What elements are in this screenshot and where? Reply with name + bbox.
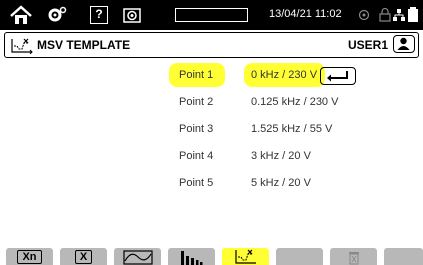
point-value[interactable]: 0.125 kHz / 230 V [244,90,346,114]
waveform-key[interactable] [114,248,161,265]
camera-icon[interactable] [120,4,144,25]
msv-template-icon [234,249,256,264]
xn-key-label: Xn [17,249,42,264]
network-icon [393,4,405,25]
point-label[interactable]: Point 2 [169,90,225,114]
enter-button[interactable] [320,67,356,85]
blank-key-2[interactable] [384,248,423,265]
point-value[interactable]: 5 kHz / 20 V [244,171,319,195]
harmonics-bars-icon [180,250,202,265]
msv-key[interactable] [222,248,269,265]
point-row[interactable]: Point 1 0 kHz / 230 V [0,63,423,89]
point-row[interactable]: Point 5 5 kHz / 20 V [0,171,423,197]
blank-key-1[interactable] [276,248,323,265]
template-header: MSV TEMPLATE USER1 [4,32,419,58]
lock-icon [377,4,393,25]
point-label[interactable]: Point 4 [169,144,225,168]
point-value[interactable]: 1.525 kHz / 55 V [244,117,340,141]
point-row[interactable]: Point 3 1.525 kHz / 55 V [0,117,423,143]
battery-icon [406,4,420,25]
function-key-bar: Xn X [0,247,423,265]
progress-status-box [175,8,248,22]
point-label[interactable]: Point 5 [169,171,225,195]
point-value[interactable]: 0 kHz / 230 V [244,63,326,87]
xn-key[interactable]: Xn [6,248,53,265]
help-icon[interactable]: ? [88,4,110,25]
user-profile-icon[interactable] [393,35,415,53]
point-label[interactable]: Point 3 [169,117,225,141]
x-key[interactable]: X [60,248,107,265]
point-row[interactable]: Point 4 3 kHz / 20 V [0,144,423,170]
delete-key[interactable] [330,248,377,265]
point-label[interactable]: Point 1 [169,63,225,87]
point-row[interactable]: Point 2 0.125 kHz / 230 V [0,90,423,116]
date-time: 13/04/21 11:02 [269,8,342,20]
user-name: USER1 [347,38,388,52]
trash-icon [348,251,359,264]
settings-icon[interactable] [44,4,70,25]
harmonics-key[interactable] [168,248,215,265]
home-icon[interactable] [6,4,36,25]
page-title: MSV TEMPLATE [37,38,131,52]
x-key-label: X [74,249,93,264]
point-value[interactable]: 3 kHz / 20 V [244,144,319,168]
msv-template-icon [11,38,33,54]
enter-icon [327,71,348,82]
record-status-icon [357,4,371,25]
top-status-bar: ? 13/04/21 11:02 [0,0,423,30]
waveform-icon [122,249,153,265]
